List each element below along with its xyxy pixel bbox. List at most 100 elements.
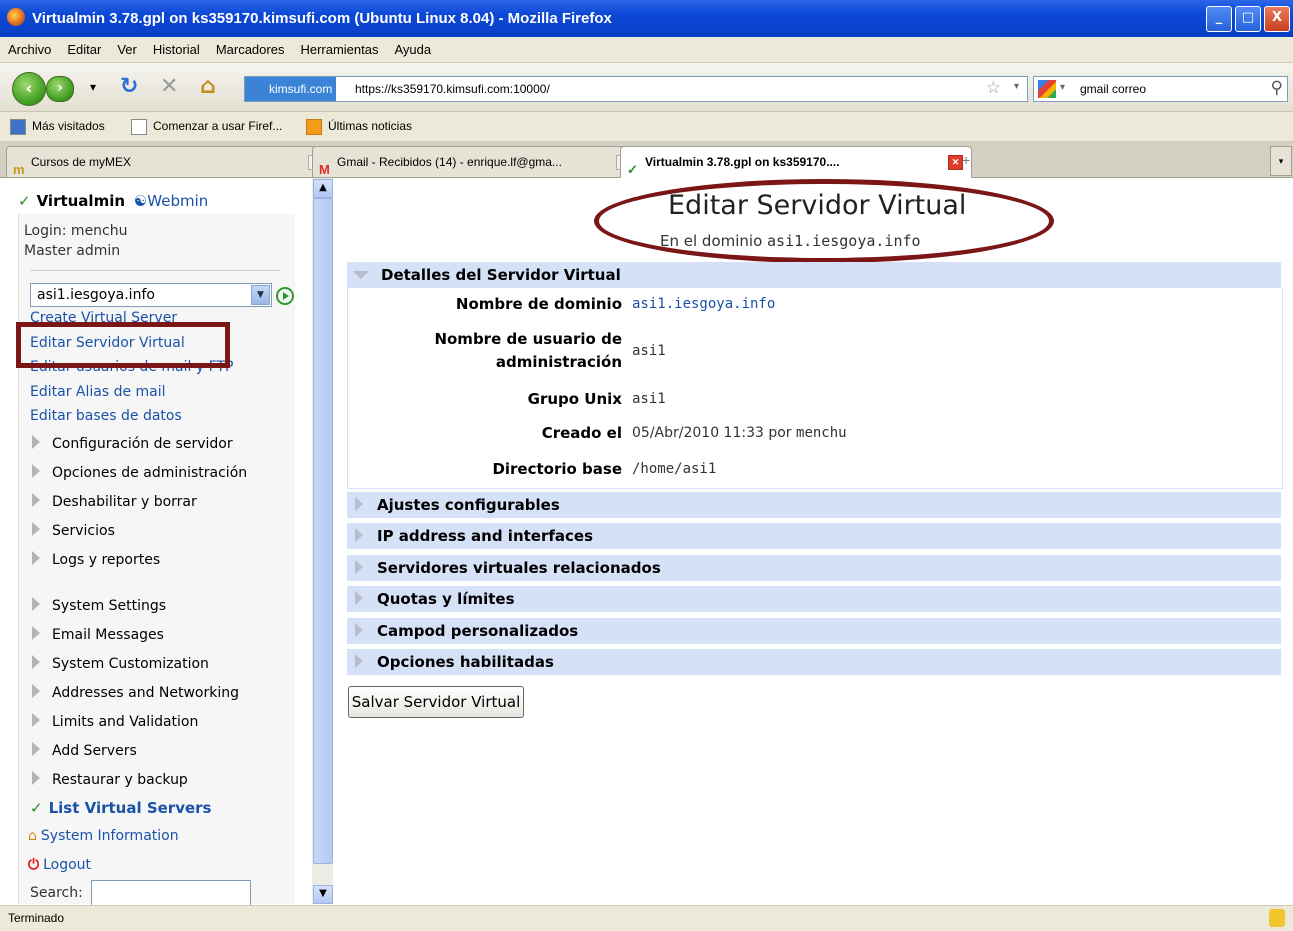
tab-virtualmin[interactable]: ✓ Virtualmin 3.78.gpl on ks359170.... ✕	[620, 146, 972, 178]
expand-triangle-icon	[32, 551, 40, 565]
lock-icon[interactable]	[1269, 909, 1285, 927]
chevron-down-icon[interactable]: ▼	[251, 285, 270, 305]
menu-historial[interactable]: Historial	[145, 37, 208, 62]
history-dropdown-icon[interactable]: ▾	[90, 75, 96, 99]
title-highlight-ellipse	[594, 179, 1054, 263]
url-text[interactable]: https://ks359170.kimsufi.com:10000/	[355, 77, 550, 101]
minimize-button[interactable]: _	[1206, 6, 1232, 32]
bookmark-star-icon[interactable]: ☆	[986, 78, 1001, 98]
menu-limits-validation[interactable]: Limits and Validation	[32, 713, 198, 730]
system-information-link[interactable]: ⌂ System Information	[28, 828, 179, 844]
forward-button[interactable]: ›	[46, 76, 74, 102]
menu-ayuda[interactable]: Ayuda	[386, 37, 439, 62]
expand-triangle-icon	[355, 560, 363, 574]
edit-mail-aliases-link[interactable]: Editar Alias de mail	[30, 384, 166, 400]
reload-icon[interactable]: ↻	[120, 75, 138, 99]
webmin-tab[interactable]: Webmin	[147, 192, 208, 210]
rss-icon	[306, 118, 322, 135]
menu-system-customization[interactable]: System Customization	[32, 655, 209, 672]
menu-addresses-networking[interactable]: Addresses and Networking	[32, 684, 239, 701]
url-dropdown-icon[interactable]: ▾	[1014, 81, 1019, 92]
scroll-thumb[interactable]	[313, 198, 333, 864]
role-text: Master admin	[24, 243, 121, 259]
menu-admin-options[interactable]: Opciones de administración	[32, 464, 247, 481]
save-virtual-server-button[interactable]: Salvar Servidor Virtual	[348, 686, 524, 718]
collapse-triangle-icon	[353, 271, 369, 279]
menu-system-settings[interactable]: System Settings	[32, 597, 166, 614]
bookmark-getting-started[interactable]: Comenzar a usar Firef...	[131, 112, 282, 141]
scroll-up-icon[interactable]: ▲	[313, 179, 333, 198]
check-icon: ✓	[30, 799, 43, 817]
tab-bar: m Cursos de myMEX ✕ M Gmail - Recibidos …	[0, 142, 1293, 178]
home-icon[interactable]: ⌂	[200, 75, 216, 99]
section-title: Detalles del Servidor Virtual	[381, 266, 621, 284]
search-input[interactable]: gmail correo	[1080, 77, 1146, 101]
expand-triangle-icon	[32, 626, 40, 640]
search-engine-dropdown-icon[interactable]: ▾	[1060, 82, 1065, 93]
google-icon[interactable]	[1038, 80, 1056, 98]
url-bar[interactable]: kimsufi.com https://ks359170.kimsufi.com…	[244, 76, 1028, 102]
edit-databases-link[interactable]: Editar bases de datos	[30, 408, 182, 424]
search-icon[interactable]: ⚲	[1271, 78, 1283, 98]
section-details-header[interactable]: Detalles del Servidor Virtual	[347, 262, 1281, 289]
list-virtual-servers-link[interactable]: ✓ List Virtual Servers	[30, 799, 211, 817]
site-identity[interactable]: kimsufi.com	[245, 77, 337, 101]
tab-cursos-mymex[interactable]: m Cursos de myMEX ✕	[6, 146, 332, 177]
close-button[interactable]: X	[1264, 6, 1290, 32]
menu-email-messages[interactable]: Email Messages	[32, 626, 164, 643]
admin-user-label-1: Nombre de usuario de	[434, 330, 622, 348]
tab-close-icon[interactable]: ✕	[948, 155, 963, 170]
section-configurable-settings[interactable]: Ajustes configurables	[347, 492, 1281, 519]
menu-disable-delete[interactable]: Deshabilitar y borrar	[32, 493, 197, 510]
scroll-down-icon[interactable]: ▼	[313, 885, 333, 904]
back-button[interactable]: ‹	[12, 72, 46, 106]
left-frame-scrollbar[interactable]: ▲ ▼	[312, 178, 333, 904]
menu-add-servers[interactable]: Add Servers	[32, 742, 137, 759]
tab-label: Cursos de myMEX	[31, 155, 132, 169]
menu-archivo[interactable]: Archivo	[0, 37, 59, 62]
section-related-servers[interactable]: Servidores virtuales relacionados	[347, 555, 1281, 582]
domain-name-value[interactable]: asi1.iesgoya.info	[632, 296, 775, 312]
bookmark-latest-news[interactable]: Últimas noticias	[306, 112, 412, 141]
menu-ver[interactable]: Ver	[109, 37, 145, 62]
bookmark-most-visited[interactable]: Más visitados	[10, 112, 105, 141]
menu-label: Restaurar y backup	[52, 772, 188, 788]
logout-link[interactable]: ⏻ Logout	[28, 857, 91, 873]
maximize-button[interactable]: □	[1235, 6, 1261, 32]
menu-label: Logout	[43, 857, 92, 873]
expand-triangle-icon	[355, 591, 363, 605]
section-enabled-options[interactable]: Opciones habilitadas	[347, 649, 1281, 676]
expand-triangle-icon	[355, 528, 363, 542]
menu-logs-reports[interactable]: Logs y reportes	[32, 551, 160, 568]
tab-gmail[interactable]: M Gmail - Recibidos (14) - enrique.lf@gm…	[312, 146, 640, 177]
section-custom-fields[interactable]: Campod personalizados	[347, 618, 1281, 645]
expand-triangle-icon	[355, 654, 363, 668]
domain-select[interactable]: asi1.iesgoya.info ▼	[30, 283, 272, 307]
menu-marcadores[interactable]: Marcadores	[208, 37, 293, 62]
go-icon[interactable]	[276, 287, 294, 305]
section-ip-interfaces[interactable]: IP address and interfaces	[347, 523, 1281, 550]
sidebar-highlight-box	[16, 322, 230, 368]
menu-bar: Archivo Editar Ver Historial Marcadores Herra…	[0, 37, 1293, 63]
created-date: 05/Abr/2010 11:33 por	[632, 425, 792, 441]
virtualmin-tab[interactable]: Virtualmin	[37, 192, 125, 210]
firefox-icon	[7, 8, 25, 26]
section-quotas-limits[interactable]: Quotas y límites	[347, 586, 1281, 613]
section-title: Servidores virtuales relacionados	[377, 559, 661, 577]
tab-list-icon[interactable]: ▾	[1270, 146, 1292, 176]
stop-icon[interactable]: ✕	[160, 75, 178, 99]
virtualmin-icon: ✓	[627, 162, 638, 177]
house-icon: ⌂	[28, 828, 37, 844]
menu-backup-restore[interactable]: Restaurar y backup	[32, 771, 188, 788]
new-tab-icon[interactable]: +	[962, 152, 970, 168]
menu-editar[interactable]: Editar	[59, 37, 109, 62]
menu-label: Add Servers	[52, 743, 137, 759]
created-label: Creado el	[541, 424, 622, 442]
sidebar-search-input[interactable]	[91, 880, 251, 906]
menu-server-config[interactable]: Configuración de servidor	[32, 435, 233, 452]
search-bar[interactable]: ▾ gmail correo ⚲	[1033, 76, 1288, 102]
menu-services[interactable]: Servicios	[32, 522, 115, 539]
menu-herramientas[interactable]: Herramientas	[292, 37, 386, 62]
search-label: Search:	[30, 885, 83, 901]
created-value: 05/Abr/2010 11:33 por menchu	[632, 425, 847, 441]
